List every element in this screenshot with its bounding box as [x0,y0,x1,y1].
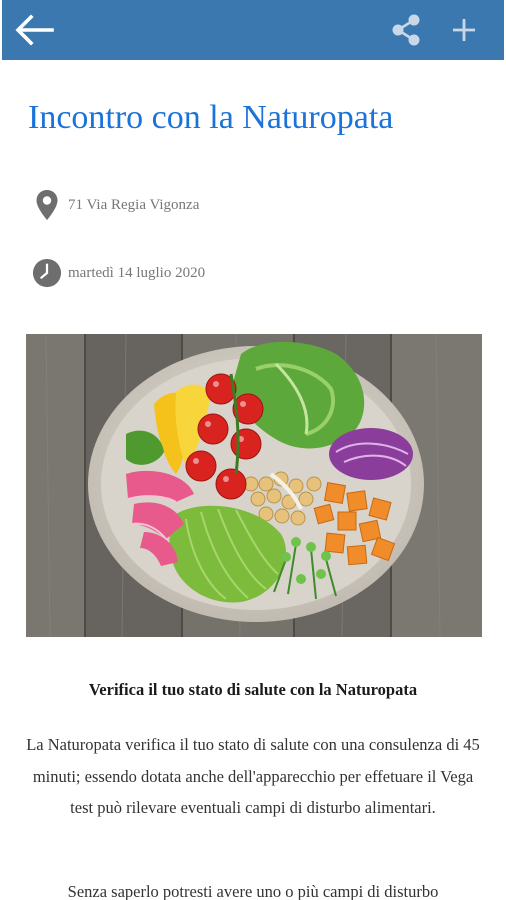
share-button[interactable] [378,0,434,60]
add-button[interactable] [436,0,492,60]
event-photo [26,334,482,637]
content-paragraph: Senza saperlo potresti avere uno o più c… [67,882,439,900]
location-row[interactable]: 71 Via Regia Vigonza [32,188,199,222]
clock-icon [32,256,62,290]
event-title: Incontro con la Naturopata [28,99,394,136]
event-location: 71 Via Regia Vigonza [68,196,200,213]
top-app-bar [2,0,504,60]
content-paragraph: La Naturopata verifica il tuo stato di s… [26,735,480,817]
date-row: martedì 14 luglio 2020 [32,256,205,290]
location-pin-icon [32,188,62,222]
event-date: martedì 14 luglio 2020 [68,264,206,281]
content-subheading: Verifica il tuo stato di salute con la N… [88,680,418,699]
plus-icon [453,19,475,41]
arrow-left-icon [15,14,54,46]
back-button[interactable] [6,0,62,60]
share-icon [392,14,420,46]
app-screen: Incontro con la Naturopata 71 Via Regia … [2,0,504,900]
